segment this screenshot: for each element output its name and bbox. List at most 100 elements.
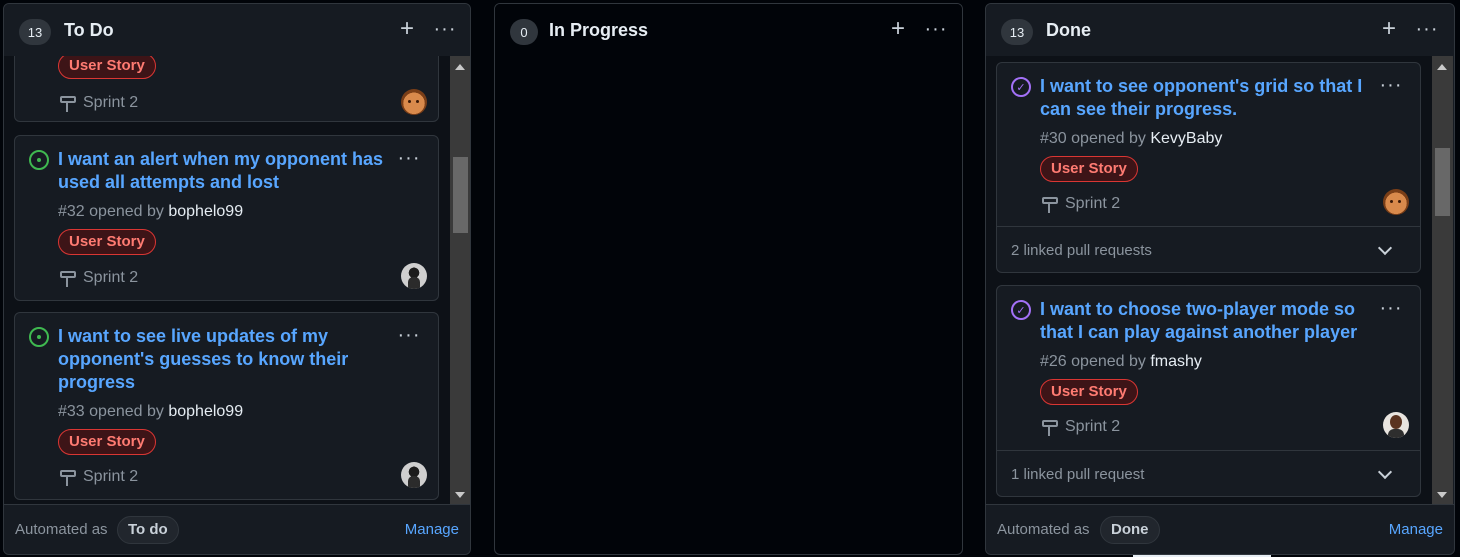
author-link[interactable]: bophelo99 [168,203,243,220]
issue-title-link[interactable]: I want to see live updates of my opponen… [58,325,388,394]
card-menu-kebab-icon[interactable]: ··· [394,325,424,348]
issue-title-link[interactable]: I want to choose two-player mode so that… [1040,298,1370,344]
sprint-label: Sprint 2 [1065,418,1121,435]
issue-title-link[interactable]: I want an alert when my opponent has use… [58,148,388,194]
scroll-up-arrow-icon[interactable] [455,64,465,70]
opened-by-text: opened by [89,203,164,220]
column-title: To Do [64,20,114,40]
column-menu-kebab-icon[interactable]: ··· [1412,16,1442,42]
card-menu-kebab-icon[interactable]: ··· [394,148,424,171]
sprint-label: Sprint 2 [83,269,139,286]
issue-opened-icon [29,150,49,170]
issue-card[interactable]: ✓ I want to choose two-player mode so th… [996,285,1421,497]
chevron-down-icon [1377,240,1393,255]
manage-automation-link[interactable]: Manage [1389,521,1443,538]
column-title: Done [1046,20,1091,40]
column-header: 13 To Do + ··· [4,4,470,56]
card-count-badge: 0 [510,19,538,45]
scroll-up-arrow-icon[interactable] [1437,64,1447,70]
sprint-field: Sprint 2 [1040,416,1120,438]
milestone-signpost-icon [58,467,78,487]
issue-meta: #33 opened by bophelo99 [58,403,243,421]
issue-number: #32 [58,203,85,220]
issue-closed-icon: ✓ [1011,77,1031,97]
author-link[interactable]: fmashy [1150,353,1202,370]
column-footer: Automated as Done Manage [986,504,1454,554]
manage-automation-link[interactable]: Manage [405,521,459,538]
issue-title-link[interactable]: I want to see opponent's grid so that I … [1040,75,1370,121]
column-done: 13 Done + ··· ✓ I want to see opponent's… [985,3,1455,555]
sprint-label: Sprint 2 [83,94,139,111]
issue-meta: #26 opened by fmashy [1040,353,1202,371]
scroll-thumb[interactable] [1435,148,1450,216]
opened-by-text: opened by [1071,353,1146,370]
card-count-badge: 13 [19,19,51,45]
sprint-field: Sprint 2 [58,466,138,488]
column-in-progress: 0 In Progress + ··· [494,3,963,555]
column-menu-kebab-icon[interactable]: ··· [921,16,951,42]
sprint-label: Sprint 2 [1065,195,1121,212]
add-card-plus-icon[interactable]: + [1377,16,1401,42]
scroll-down-arrow-icon[interactable] [1437,492,1447,498]
add-card-plus-icon[interactable]: + [886,16,910,42]
add-card-plus-icon[interactable]: + [395,16,419,42]
opened-by-text: opened by [1071,130,1146,147]
assignee-avatar[interactable] [1383,412,1409,438]
author-link[interactable]: KevyBaby [1150,130,1222,147]
linked-pull-requests-toggle[interactable]: 2 linked pull requests [1011,227,1406,273]
assignee-avatar[interactable] [1383,189,1409,215]
issue-card[interactable]: User Story Sprint 2 [14,56,439,122]
column-footer: Automated as To do Manage [4,504,470,554]
sprint-field: Sprint 2 [58,267,138,289]
column-title: In Progress [549,20,649,40]
automated-as-text: Automated as [997,521,1090,538]
card-menu-kebab-icon[interactable]: ··· [1376,75,1406,98]
milestone-signpost-icon [58,268,78,288]
column-todo: 13 To Do + ··· User Story Sprint 2 I wan… [3,3,471,555]
label-user-story[interactable]: User Story [1040,156,1138,182]
issue-opened-icon [29,327,49,347]
linked-pull-requests-text: 2 linked pull requests [1011,241,1152,259]
linked-pull-requests-text: 1 linked pull request [1011,465,1145,483]
cards-list: ✓ I want to see opponent's grid so that … [986,56,1432,504]
issue-number: #30 [1040,130,1067,147]
label-user-story[interactable]: User Story [58,56,156,79]
column-menu-kebab-icon[interactable]: ··· [430,16,460,42]
scrollbar[interactable] [1432,56,1453,504]
card-menu-kebab-icon[interactable]: ··· [1376,298,1406,321]
assignee-avatar[interactable] [401,263,427,289]
cards-list: User Story Sprint 2 I want an alert when… [4,56,450,504]
column-header: 0 In Progress + ··· [495,4,962,56]
milestone-signpost-icon [1040,417,1060,437]
scrollbar[interactable] [450,56,470,504]
sprint-field: Sprint 2 [58,92,138,114]
issue-card[interactable]: I want to see live updates of my opponen… [14,312,439,500]
sprint-label: Sprint 2 [83,468,139,485]
sprint-field: Sprint 2 [1040,193,1120,215]
issue-number: #26 [1040,353,1067,370]
assignee-avatar[interactable] [401,462,427,488]
label-user-story[interactable]: User Story [58,229,156,255]
opened-by-text: opened by [89,403,164,420]
automation-preset-badge: Done [1100,516,1160,544]
scroll-thumb[interactable] [453,157,468,233]
author-link[interactable]: bophelo99 [168,403,243,420]
issue-number: #33 [58,403,85,420]
issue-closed-icon: ✓ [1011,300,1031,320]
issue-meta: #30 opened by KevyBaby [1040,130,1222,148]
scroll-down-arrow-icon[interactable] [455,492,465,498]
issue-meta: #32 opened by bophelo99 [58,203,243,221]
linked-pull-requests-toggle[interactable]: 1 linked pull request [1011,451,1406,497]
label-user-story[interactable]: User Story [58,429,156,455]
automation-preset-badge: To do [117,516,179,544]
assignee-avatar[interactable] [401,89,427,115]
card-count-badge: 13 [1001,19,1033,45]
issue-card[interactable]: I want an alert when my opponent has use… [14,135,439,301]
automated-as-text: Automated as [15,521,108,538]
column-header: 13 Done + ··· [986,4,1454,56]
issue-card[interactable]: ✓ I want to see opponent's grid so that … [996,62,1421,273]
milestone-signpost-icon [1040,194,1060,214]
chevron-down-icon [1377,464,1393,479]
label-user-story[interactable]: User Story [1040,379,1138,405]
milestone-signpost-icon [58,93,78,113]
